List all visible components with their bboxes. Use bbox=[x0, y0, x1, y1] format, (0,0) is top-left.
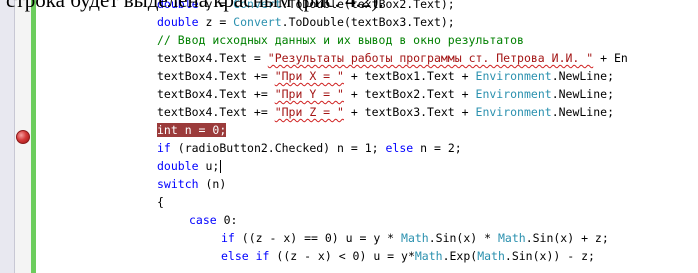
keyword: else bbox=[385, 141, 414, 155]
code-text: .NewLine; bbox=[551, 69, 614, 83]
code-line[interactable]: if (radioButton2.Checked) n = 1; else n … bbox=[157, 139, 698, 157]
keyword: else if bbox=[221, 249, 270, 263]
code-line[interactable]: textBox4.Text = "Результаты работы прогр… bbox=[157, 49, 698, 67]
keyword: if bbox=[221, 231, 235, 245]
type-name: Environment bbox=[475, 105, 552, 119]
keyword: switch bbox=[157, 177, 199, 191]
code-text: .Sin(x) + z; bbox=[525, 231, 609, 245]
code-text: n = 2; bbox=[413, 141, 462, 155]
code-line[interactable]: case 0: bbox=[157, 211, 698, 229]
code-line[interactable]: textBox4.Text += "При Y = " + textBox2.T… bbox=[157, 85, 698, 103]
editor-left-strip bbox=[0, 0, 15, 273]
code-text: + textBox2.Text + bbox=[343, 87, 476, 101]
code-text: .ToDouble(textBox3.Text); bbox=[281, 15, 455, 29]
keyword: double bbox=[157, 159, 199, 173]
string-literal: "При Y = " bbox=[274, 87, 344, 101]
code-line[interactable]: switch (n) bbox=[157, 175, 698, 193]
code-line[interactable]: // Ввод исходных данных и их вывод в окн… bbox=[157, 31, 698, 49]
code-line[interactable]: else if ((z - x) < 0) u = y*Math.Exp(Mat… bbox=[157, 247, 698, 265]
breakpoint-highlight: int n = 0; bbox=[157, 123, 227, 137]
code-comment: // Ввод исходных данных и их вывод в окн… bbox=[157, 33, 524, 47]
keyword: double bbox=[157, 15, 199, 29]
type-name: Math bbox=[401, 231, 429, 245]
code-line[interactable]: double z = Convert.ToDouble(textBox3.Tex… bbox=[157, 13, 698, 31]
code-text: textBox4.Text += bbox=[157, 69, 275, 83]
string-literal: "Результаты работы программы ст. Петрова… bbox=[267, 51, 594, 65]
code-text: textBox4.Text = bbox=[157, 51, 268, 65]
code-text: + textBox3.Text + bbox=[343, 105, 476, 119]
keyword: case bbox=[189, 213, 217, 227]
string-literal: "При Z = " bbox=[274, 105, 344, 119]
type-name: Math bbox=[477, 249, 505, 263]
code-line[interactable]: textBox4.Text += "При Z = " + textBox3.T… bbox=[157, 103, 698, 121]
code-text: ((z - x) < 0) u = y* bbox=[269, 249, 415, 263]
code-line[interactable]: { bbox=[157, 193, 698, 211]
code-text: textBox4.Text += bbox=[157, 87, 275, 101]
text-cursor bbox=[220, 160, 222, 173]
code-text: .Exp( bbox=[442, 249, 478, 263]
keyword: if bbox=[157, 141, 171, 155]
code-text: (n) bbox=[198, 177, 227, 191]
code-text: .Sin(x)) - z; bbox=[504, 249, 595, 263]
code-text: { bbox=[157, 195, 164, 209]
code-editor[interactable]: double y = Convert.ToDouble(textBox2.Tex… bbox=[0, 0, 698, 273]
page-caption: строка будет выделена красным (рис. 4.2)… bbox=[6, 0, 384, 12]
type-name: Convert bbox=[233, 15, 282, 29]
keyword: int bbox=[157, 123, 178, 137]
code-text: 0: bbox=[216, 213, 238, 227]
code-line[interactable]: double u; bbox=[157, 157, 698, 175]
code-text: z = bbox=[198, 15, 234, 29]
code-text: .NewLine; bbox=[551, 87, 614, 101]
type-name: Environment bbox=[475, 87, 552, 101]
code-line[interactable]: textBox4.Text += "При X = " + textBox1.T… bbox=[157, 67, 698, 85]
breakpoint-icon[interactable] bbox=[16, 130, 30, 144]
code-text: + textBox1.Text + bbox=[343, 69, 476, 83]
change-tracking-bar bbox=[31, 0, 36, 273]
code-text: .NewLine; bbox=[551, 105, 614, 119]
code-text: textBox4.Text += bbox=[157, 105, 275, 119]
code-text: .Sin(x) * bbox=[428, 231, 498, 245]
type-name: Math bbox=[497, 231, 526, 245]
code-area[interactable]: double y = Convert.ToDouble(textBox2.Tex… bbox=[157, 0, 698, 265]
code-text: (radioButton2.Checked) n = 1; bbox=[170, 141, 386, 155]
string-literal: "При X = " bbox=[274, 69, 344, 83]
code-text: ((z - x) == 0) u = y * bbox=[234, 231, 402, 245]
code-text: + En bbox=[593, 51, 628, 65]
type-name: Math bbox=[414, 249, 443, 263]
code-text: u; bbox=[198, 159, 220, 173]
code-text: n = 0; bbox=[177, 123, 227, 137]
breakpoint-code-line[interactable]: int n = 0; bbox=[157, 121, 698, 139]
type-name: Environment bbox=[475, 69, 552, 83]
code-line[interactable]: if ((z - x) == 0) u = y * Math.Sin(x) * … bbox=[157, 229, 698, 247]
